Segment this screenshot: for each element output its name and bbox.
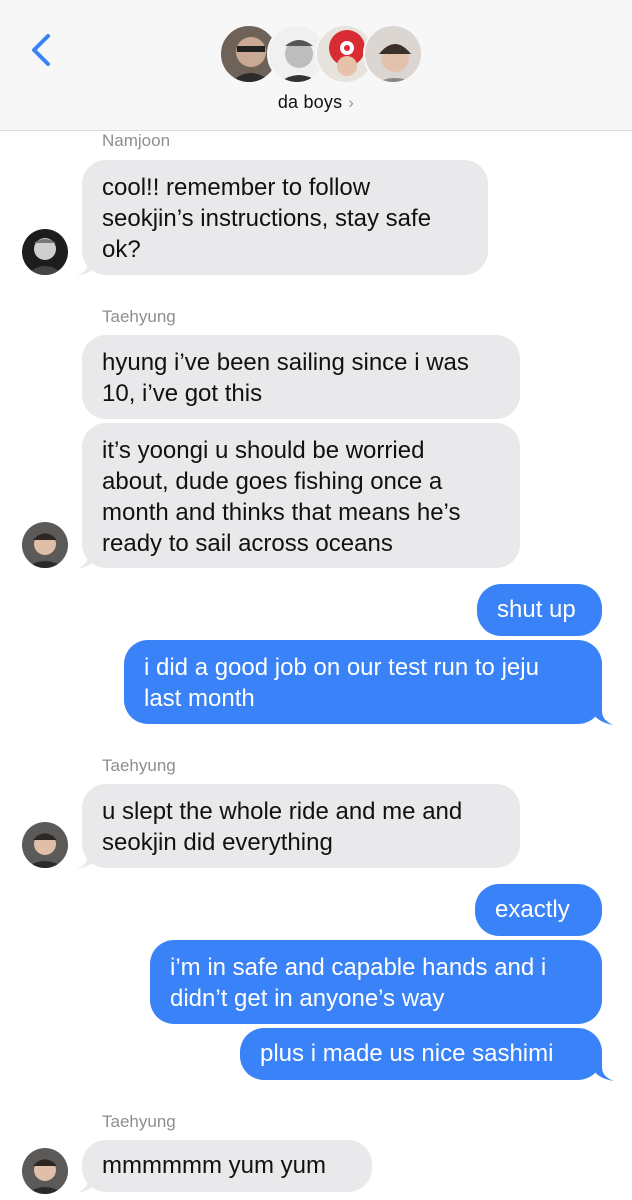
message-bubble-outgoing[interactable]: shut up bbox=[477, 584, 602, 636]
message-bubble-incoming[interactable]: mmmmmm yum yum bbox=[82, 1140, 372, 1192]
sender-name: Taehyung bbox=[102, 1112, 176, 1131]
avatar bbox=[363, 24, 423, 84]
sender-name: Taehyung bbox=[102, 307, 176, 326]
message-line: about, dude goes fishing once a bbox=[102, 468, 443, 495]
bubble-tail bbox=[76, 1171, 96, 1193]
message-line: u slept the whole ride and me and bbox=[102, 798, 463, 825]
message-line: month and thinks that means he’s bbox=[102, 499, 461, 526]
bubble-tail bbox=[76, 254, 96, 276]
sender-name: Taehyung bbox=[102, 756, 176, 775]
message-line: seokjin’s instructions, stay safe bbox=[102, 205, 432, 232]
group-name[interactable]: da boys › bbox=[0, 92, 632, 113]
message-line: shut up bbox=[497, 596, 576, 623]
chevron-left-icon[interactable] bbox=[22, 28, 62, 72]
avatar[interactable] bbox=[22, 822, 68, 868]
message-bubble-outgoing[interactable]: plus i made us nice sashimi bbox=[240, 1028, 602, 1080]
bubble-tail bbox=[594, 703, 614, 725]
message-bubble-outgoing[interactable]: i’m in safe and capable hands and i didn… bbox=[150, 940, 602, 1024]
message-bubble-incoming[interactable]: it’s yoongi u should be worried about, d… bbox=[82, 423, 520, 568]
bubble-tail bbox=[76, 847, 96, 869]
message-bubble-incoming[interactable]: cool!! remember to follow seokjin’s inst… bbox=[82, 160, 488, 275]
message-line: hyung i’ve been sailing since i was bbox=[102, 349, 469, 376]
message-line: seokjin did everything bbox=[102, 829, 333, 856]
message-line: exactly bbox=[495, 896, 570, 923]
message-line: it’s yoongi u should be worried bbox=[102, 437, 425, 464]
chevron-right-icon: › bbox=[348, 93, 355, 112]
message-bubble-outgoing[interactable]: i did a good job on our test run to jeju… bbox=[124, 640, 602, 724]
bubble-tail bbox=[594, 1059, 614, 1081]
group-avatars[interactable] bbox=[219, 24, 423, 86]
bubble-tail bbox=[76, 547, 96, 569]
avatar[interactable] bbox=[22, 229, 68, 275]
message-bubble-incoming[interactable]: u slept the whole ride and me and seokji… bbox=[82, 784, 520, 868]
avatar[interactable] bbox=[22, 522, 68, 568]
message-line: ready to sail across oceans bbox=[102, 530, 393, 557]
message-line: plus i made us nice sashimi bbox=[260, 1040, 554, 1067]
message-line: mmmmmm yum yum bbox=[102, 1152, 326, 1179]
message-line: cool!! remember to follow bbox=[102, 174, 371, 201]
message-line: ok? bbox=[102, 236, 141, 263]
message-line: i did a good job on our test run to jeju bbox=[144, 654, 539, 681]
message-bubble-outgoing[interactable]: exactly bbox=[475, 884, 602, 936]
group-name-label: da boys bbox=[277, 92, 343, 112]
message-line: i’m in safe and capable hands and i bbox=[170, 954, 547, 981]
message-line: 10, i’ve got this bbox=[102, 380, 263, 407]
conversation-header: da boys › bbox=[0, 0, 632, 131]
sender-name: Namjoon bbox=[102, 131, 171, 150]
message-line: didn’t get in anyone’s way bbox=[170, 985, 445, 1012]
avatar[interactable] bbox=[22, 1148, 68, 1194]
message-bubble-incoming[interactable]: hyung i’ve been sailing since i was 10, … bbox=[82, 335, 520, 419]
message-line: last month bbox=[144, 685, 255, 712]
